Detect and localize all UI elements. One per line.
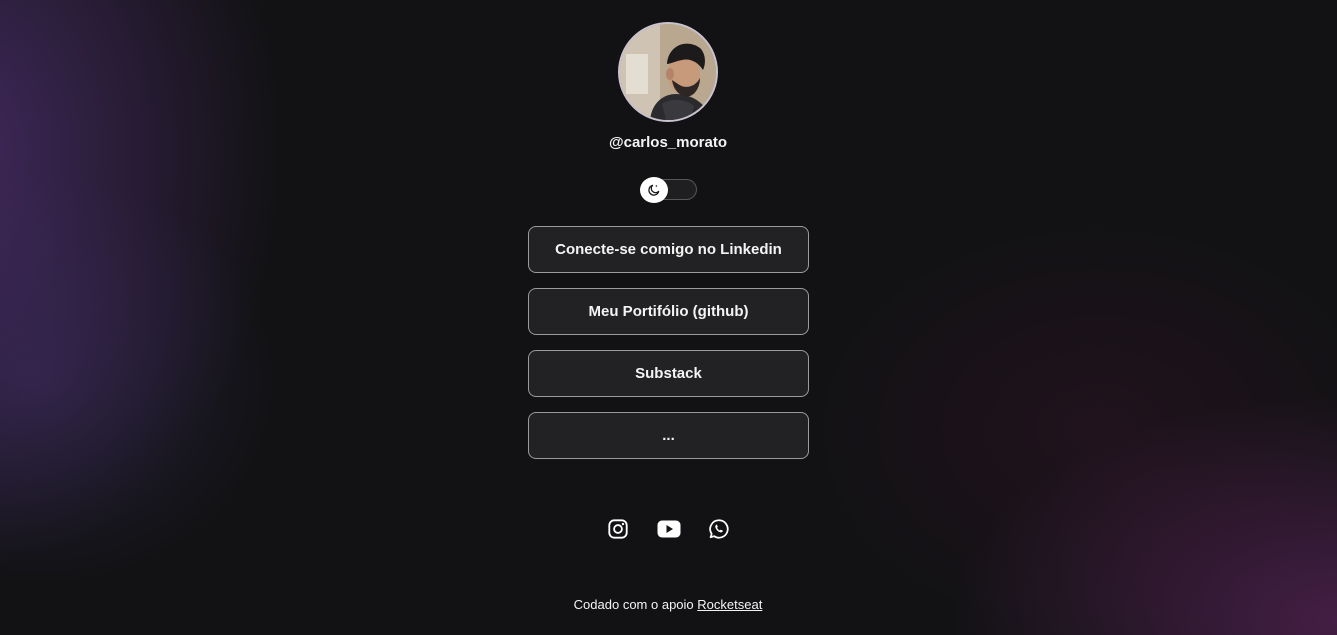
theme-switch[interactable] (640, 177, 697, 203)
profile-photo-icon (620, 24, 716, 120)
whatsapp-icon (709, 519, 729, 539)
link-substack-button[interactable]: Substack (528, 350, 809, 397)
link-linkedin-button[interactable]: Conecte-se comigo no Linkedin (528, 226, 809, 273)
links-list: Conecte-se comigo no Linkedin Meu Portif… (528, 226, 809, 474)
link-more-button[interactable]: ... (528, 412, 809, 459)
moon-icon (648, 184, 660, 196)
whatsapp-link[interactable] (699, 514, 739, 544)
link-portfolio-button[interactable]: Meu Portifólio (github) (528, 288, 809, 335)
rocketseat-link[interactable]: Rocketseat (697, 597, 762, 612)
avatar (618, 22, 718, 122)
social-links (598, 514, 739, 544)
instagram-link[interactable] (598, 514, 638, 544)
youtube-link[interactable] (649, 514, 689, 544)
username: @carlos_morato (608, 134, 727, 151)
theme-switch-knob[interactable] (640, 177, 668, 203)
instagram-icon (608, 519, 628, 539)
footer-text: Codado com o apoio (573, 597, 694, 612)
page: @carlos_morato Conecte-se comigo no Link… (0, 0, 1337, 635)
footer: Codado com o apoio Rocketseat (468, 596, 868, 614)
youtube-icon (657, 520, 680, 538)
